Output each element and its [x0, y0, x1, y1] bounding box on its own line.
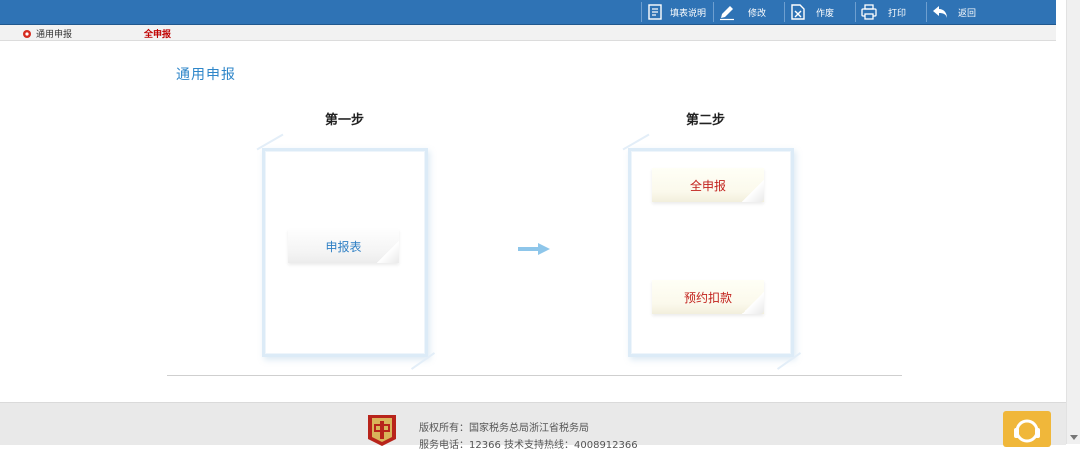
declaration-form-label: 申报表: [325, 239, 362, 254]
tax-bureau-logo-icon: [368, 415, 396, 446]
back-label: 返回: [958, 8, 977, 19]
breadcrumb-home-label: 通用申报: [36, 30, 73, 40]
vertical-scrollbar[interactable]: [1066, 0, 1080, 444]
copyright-text: 版权所有：国家税务总局浙江省税务局: [419, 423, 589, 434]
full-declaration-label: 全申报: [689, 178, 726, 193]
scroll-down-arrow-icon[interactable]: [1070, 435, 1078, 440]
reserve-deduction-label: 预约扣款: [683, 290, 732, 305]
step2-label: 第二步: [686, 113, 726, 128]
full-declaration-button[interactable]: 全申报: [652, 168, 764, 202]
divider: [167, 375, 902, 376]
pencil-icon: [720, 6, 734, 21]
breadcrumb: 通用申报 全申报: [0, 25, 1056, 41]
reserve-deduction-button[interactable]: 预约扣款: [652, 280, 764, 314]
footer: 版权所有：国家税务总局浙江省税务局 服务电话：12366 技术支持热线：4008…: [0, 402, 1066, 451]
breadcrumb-home[interactable]: 通用申报: [22, 27, 72, 40]
back-button[interactable]: 返回: [931, 0, 976, 24]
online-help-button[interactable]: [1003, 411, 1051, 447]
top-toolbar: 填表说明 修改 作废 打印 返回: [0, 0, 1056, 25]
gear-icon: [23, 29, 31, 38]
toolbar-separator: [713, 2, 714, 22]
modify-button[interactable]: 修改: [718, 0, 766, 24]
right-arrow-icon: [518, 243, 550, 255]
customer-service-icon: [1014, 419, 1040, 443]
void-label: 作废: [816, 8, 835, 19]
document-icon: [648, 4, 662, 20]
void-button[interactable]: 作废: [789, 0, 834, 24]
toolbar-separator: [641, 2, 642, 22]
declaration-form-button[interactable]: 申报表: [288, 229, 399, 263]
page-title: 通用申报: [176, 67, 236, 83]
breadcrumb-active: 全申报: [144, 30, 172, 40]
toolbar-separator: [784, 2, 785, 22]
print-button[interactable]: 打印: [860, 0, 906, 24]
printer-icon: [861, 4, 877, 20]
print-label: 打印: [888, 8, 907, 19]
fill-instructions-label: 填表说明: [670, 8, 707, 19]
step1-label: 第一步: [325, 113, 365, 128]
modify-label: 修改: [748, 8, 767, 19]
delete-document-icon: [791, 4, 805, 20]
fill-instructions-button[interactable]: 填表说明: [646, 0, 706, 24]
toolbar-separator: [855, 2, 856, 22]
back-arrow-icon: [933, 6, 947, 18]
toolbar-separator: [926, 2, 927, 22]
